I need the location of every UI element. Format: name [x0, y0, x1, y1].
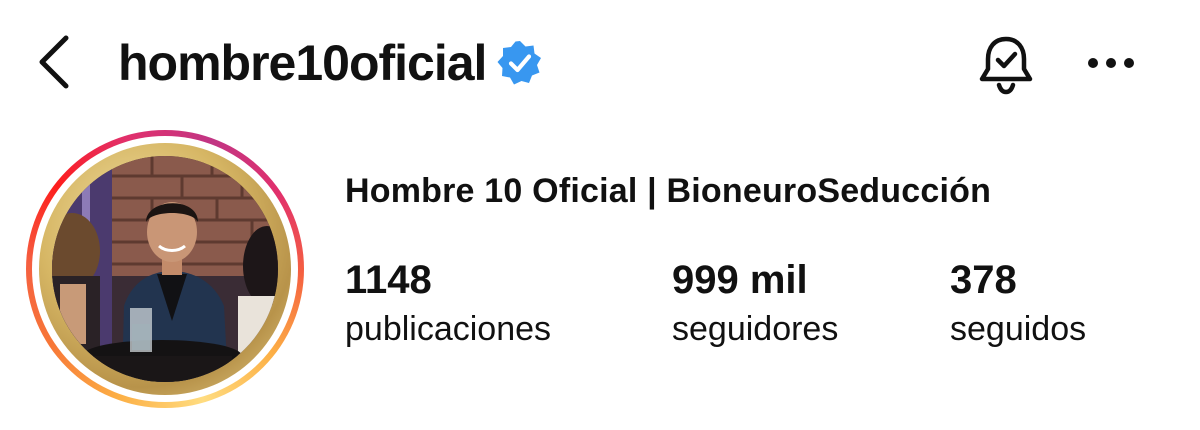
stat-following[interactable]: 378 seguidos [950, 256, 1086, 350]
avatar-gold-frame [39, 143, 291, 395]
chevron-left-icon [39, 35, 69, 89]
profile-header-title: hombre10oficial [118, 30, 544, 96]
profile-display-name: Hombre 10 Oficial | BioneuroSeducción [345, 172, 992, 210]
avatar [52, 156, 278, 382]
following-label: seguidos [950, 310, 1087, 348]
profile-photo [52, 156, 278, 382]
followers-count: 999 mil [672, 258, 808, 302]
stat-followers[interactable]: 999 mil seguidores [672, 256, 838, 350]
notifications-bell-button[interactable] [970, 30, 1042, 100]
bell-check-icon [979, 36, 1033, 95]
posts-label: publicaciones [345, 310, 552, 348]
following-count: 378 [950, 258, 1017, 302]
posts-count: 1148 [345, 258, 432, 302]
avatar-story-ring[interactable] [26, 130, 304, 408]
more-options-button[interactable] [1080, 36, 1142, 90]
profile-page: hombre10oficial Hombre 10 Oficial | Bion… [0, 0, 1200, 430]
verified-badge-icon [496, 39, 544, 87]
stat-posts[interactable]: 1148 publicaciones [345, 256, 551, 350]
more-horizontal-icon [1088, 58, 1134, 68]
followers-label: seguidores [672, 310, 839, 348]
username: hombre10oficial [118, 35, 487, 91]
back-button[interactable] [26, 32, 82, 92]
